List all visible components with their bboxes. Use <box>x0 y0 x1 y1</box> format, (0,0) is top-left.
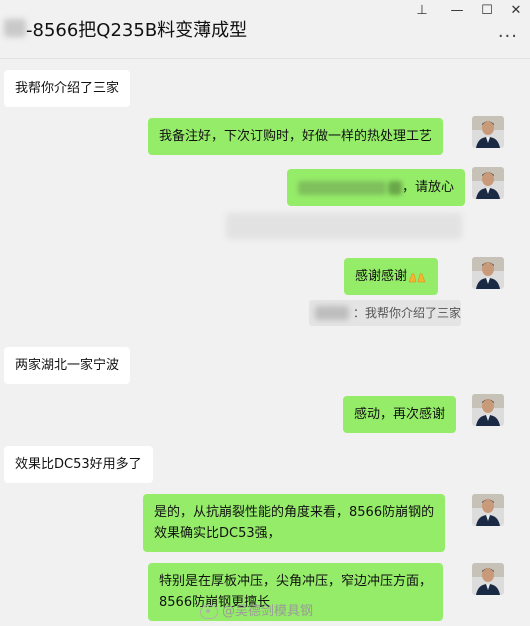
watermark: @吴德剑模具钢 <box>200 600 313 619</box>
message-bubble-outgoing[interactable]: 感谢感谢 <box>344 258 439 295</box>
message-text: 我帮你介绍了三家 <box>15 81 120 96</box>
message-text-line: 是的，从抗崩裂性能的角度来看，8566防崩钢的 <box>154 505 435 520</box>
more-options-icon[interactable]: ··· <box>498 26 518 47</box>
redacted-system-message <box>226 213 462 239</box>
message-text: 感谢感谢 <box>355 269 408 284</box>
message-text: 两家湖北一家宁波 <box>15 358 120 373</box>
redacted-quote-sender <box>315 306 349 320</box>
quote-text: ：我帮你介绍了三家 <box>353 306 462 320</box>
message-bubble-outgoing[interactable]: ，请放心 <box>287 169 466 206</box>
message-text: 我备注好，下次订购时，好做一样的热处理工艺 <box>159 129 433 144</box>
user-avatar[interactable] <box>472 116 504 148</box>
title-bar: -8566把Q235B料变薄成型 ⊥ — ☐ ✕ ··· <box>0 0 530 59</box>
close-icon[interactable]: ✕ <box>505 2 527 20</box>
user-avatar[interactable] <box>472 394 504 426</box>
redacted-text <box>298 180 386 195</box>
user-avatar[interactable] <box>472 257 504 289</box>
watermark-text: @吴德剑模具钢 <box>222 604 314 619</box>
message-text-line: 特别是在厚板冲压，尖角冲压，窄边冲压方面， <box>159 574 433 589</box>
quoted-message[interactable]: ：我帮你介绍了三家 <box>309 300 461 326</box>
message-text: 效果比DC53好用多了 <box>15 457 142 472</box>
weibo-icon <box>200 604 218 619</box>
message-bubble-outgoing[interactable]: 感动，再次感谢 <box>343 396 457 433</box>
message-bubble-outgoing[interactable]: 是的，从抗崩裂性能的角度来看，8566防崩钢的 效果确实比DC53强， <box>143 494 446 552</box>
message-text-line: 效果确实比DC53强， <box>154 526 281 541</box>
message-text: ，请放心 <box>402 180 455 195</box>
message-text: 感动，再次感谢 <box>354 407 446 422</box>
praying-hands-icon <box>408 272 426 282</box>
message-bubble-incoming[interactable]: 我帮你介绍了三家 <box>4 70 131 107</box>
user-avatar[interactable] <box>472 494 504 526</box>
maximize-icon[interactable]: ☐ <box>476 2 498 20</box>
chat-title: -8566把Q235B料变薄成型 <box>26 20 248 41</box>
user-avatar[interactable] <box>472 167 504 199</box>
title-redacted-prefix <box>4 19 26 37</box>
user-avatar[interactable] <box>472 563 504 595</box>
pin-icon[interactable]: ⊥ <box>411 2 433 20</box>
message-bubble-outgoing[interactable]: 我备注好，下次订购时，好做一样的热处理工艺 <box>148 118 444 155</box>
message-bubble-incoming[interactable]: 两家湖北一家宁波 <box>4 347 131 384</box>
message-bubble-incoming[interactable]: 效果比DC53好用多了 <box>4 446 153 483</box>
redacted-text <box>388 180 402 195</box>
minimize-icon[interactable]: — <box>446 2 468 20</box>
